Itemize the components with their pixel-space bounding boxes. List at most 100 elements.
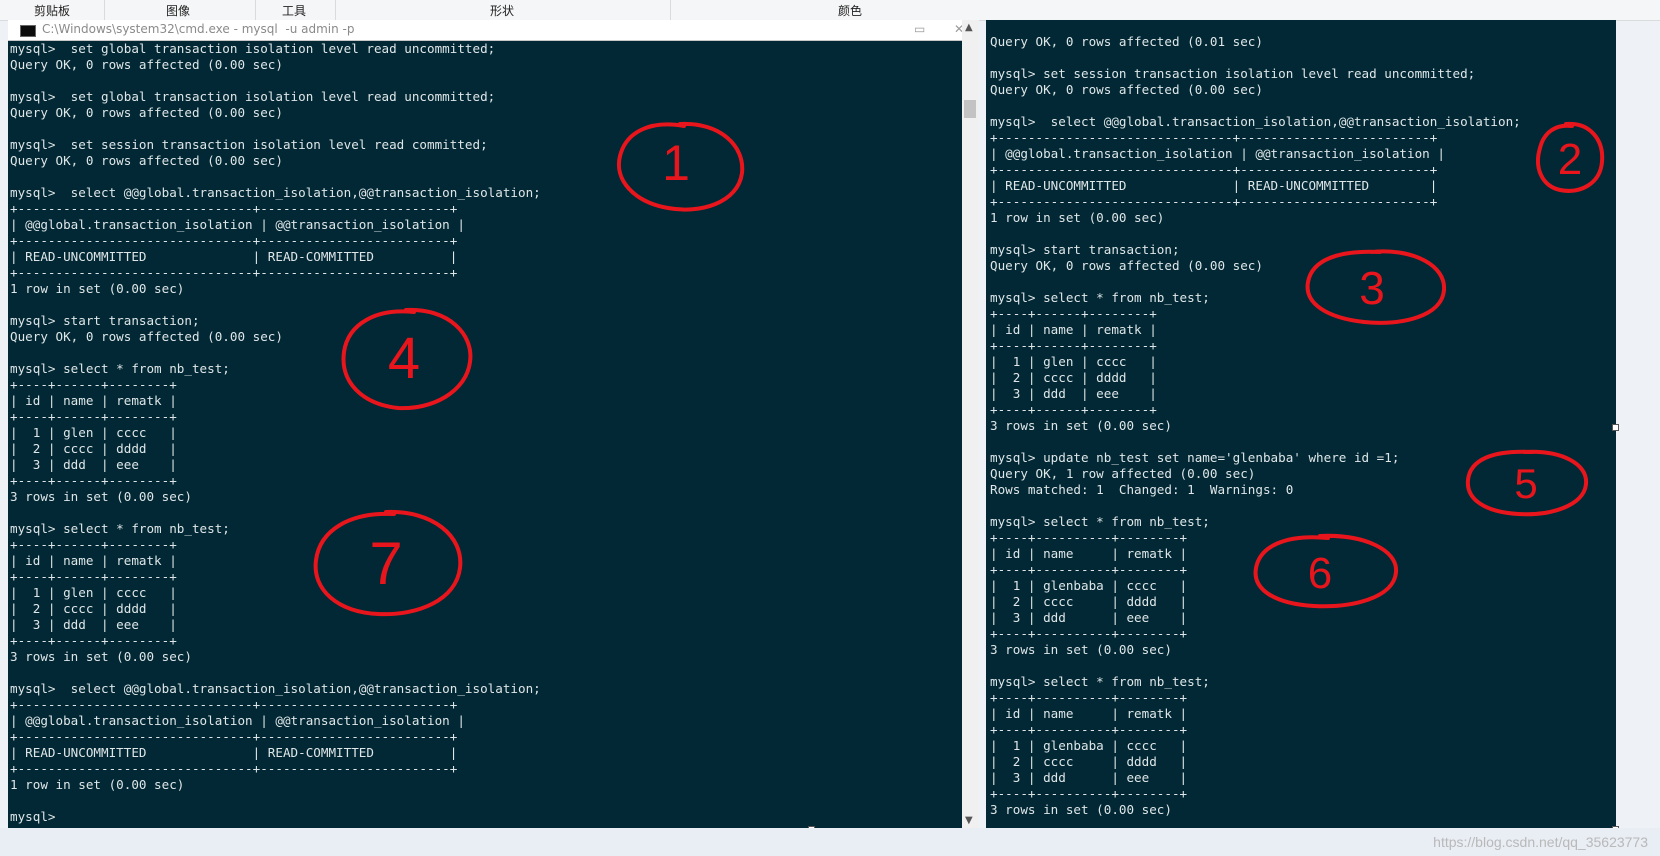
console-line: mysql> start transaction; xyxy=(990,242,1180,257)
ribbon-group-colors[interactable]: 颜色 xyxy=(838,2,862,19)
console-line: Query OK, 0 rows affected (0.00 sec) xyxy=(10,105,283,120)
console-line: +----+------+--------+ xyxy=(990,338,1157,353)
console-line: Query OK, 0 rows affected (0.00 sec) xyxy=(10,57,283,72)
console-line: | 2 | cccc | dddd | xyxy=(990,594,1188,609)
console-line: | 2 | cccc | dddd | xyxy=(10,601,177,616)
console-line: | READ-UNCOMMITTED | READ-COMMITTED | xyxy=(10,745,458,760)
console-line: +----+------+--------+ xyxy=(990,402,1157,417)
console-line: +----+------+--------+ xyxy=(10,473,177,488)
console-line: mysql> set global transaction isolation … xyxy=(10,41,496,56)
console-line: mysql> select * from nb_test; xyxy=(10,361,230,376)
console-line: +----+------+--------+ xyxy=(10,569,177,584)
console-line: | @@global.transaction_isolation | @@tra… xyxy=(10,217,465,232)
console-line: | 2 | cccc | dddd | xyxy=(990,370,1157,385)
console-line: | 1 | glenbaba | cccc | xyxy=(990,578,1188,593)
console-line: +----+----------+--------+ xyxy=(990,690,1188,705)
console-line: mysql> select @@global.transaction_isola… xyxy=(990,114,1521,129)
scroll-down-arrow-icon[interactable]: ▼ xyxy=(965,815,973,826)
console-line: | id | name | rematk | xyxy=(10,393,177,408)
console-line: +----+------+--------+ xyxy=(990,306,1157,321)
watermark: https://blog.csdn.net/qq_35623773 xyxy=(1433,834,1648,850)
ribbon-bar: 剪贴板 图像 工具 形状 颜色 xyxy=(0,0,1660,21)
console-line: | id | name | rematk | xyxy=(990,322,1157,337)
console-line: | id | name | rematk | xyxy=(990,706,1188,721)
cmd-icon xyxy=(20,25,36,37)
console-line: Query OK, 0 rows affected (0.00 sec) xyxy=(10,329,283,344)
console-line: mysql> update nb_test set name='glenbaba… xyxy=(990,450,1400,465)
console-line: +-------------------------------+-------… xyxy=(10,265,458,280)
console-line: | 1 | glenbaba | cccc | xyxy=(990,738,1188,753)
console-line: mysql> select @@global.transaction_isola… xyxy=(10,185,541,200)
console-line: mysql> set global transaction isolation … xyxy=(10,89,496,104)
console-line: | 3 | ddd | eee | xyxy=(990,770,1188,785)
console-line: mysql> set session transaction isolation… xyxy=(10,137,488,152)
console-line: +-------------------------------+-------… xyxy=(10,729,458,744)
console-line: | @@global.transaction_isolation | @@tra… xyxy=(990,146,1445,161)
console-line: mysql> select * from nb_test; xyxy=(990,290,1210,305)
console-line: 3 rows in set (0.00 sec) xyxy=(10,489,192,504)
console-line: +-------------------------------+-------… xyxy=(990,130,1438,145)
console-line: Rows matched: 1 Changed: 1 Warnings: 0 xyxy=(990,482,1294,497)
console-line: Query OK, 0 rows affected (0.01 sec) xyxy=(990,34,1263,49)
console-line: | 2 | cccc | dddd | xyxy=(990,754,1188,769)
console-line: | 2 | cccc | dddd | xyxy=(10,441,177,456)
ribbon-divider xyxy=(335,0,336,20)
console-line: +-------------------------------+-------… xyxy=(10,233,458,248)
restore-button[interactable]: ▭ xyxy=(914,22,925,36)
console-line: +-------------------------------+-------… xyxy=(990,162,1438,177)
console-line: mysql> start transaction; xyxy=(10,313,200,328)
ribbon-divider xyxy=(104,0,105,20)
console-line: +-------------------------------+-------… xyxy=(10,201,458,216)
right-console-output[interactable]: Query OK, 0 rows affected (0.01 sec) mys… xyxy=(990,34,1521,818)
scroll-up-arrow-icon[interactable]: ▲ xyxy=(965,22,973,33)
canvas-bottom-area xyxy=(0,828,1660,856)
console-line: +----+------+--------+ xyxy=(10,377,177,392)
console-line: | READ-UNCOMMITTED | READ-UNCOMMITTED | xyxy=(990,178,1438,193)
ribbon-divider xyxy=(255,0,256,20)
right-console-window[interactable]: Query OK, 0 rows affected (0.01 sec) mys… xyxy=(986,20,1616,828)
left-console-window[interactable]: C:\Windows\system32\cmd.exe - mysql -u a… xyxy=(8,20,970,828)
resize-handle[interactable] xyxy=(1612,424,1619,431)
ribbon-group-shapes[interactable]: 形状 xyxy=(490,2,514,19)
ribbon-group-clipboard[interactable]: 剪贴板 xyxy=(34,2,70,19)
console-line: 3 rows in set (0.00 sec) xyxy=(990,418,1172,433)
scroll-thumb[interactable] xyxy=(964,100,976,118)
console-line: 3 rows in set (0.00 sec) xyxy=(990,802,1172,817)
console-line: 3 rows in set (0.00 sec) xyxy=(10,649,192,664)
left-console-output[interactable]: mysql> set global transaction isolation … xyxy=(10,41,541,825)
ribbon-group-tools[interactable]: 工具 xyxy=(282,2,306,19)
console-line: | id | name | rematk | xyxy=(10,553,177,568)
left-console-titlebar[interactable]: C:\Windows\system32\cmd.exe - mysql -u a… xyxy=(8,20,970,41)
console-line: 1 row in set (0.00 sec) xyxy=(990,210,1165,225)
window-title: C:\Windows\system32\cmd.exe - mysql -u a… xyxy=(42,22,355,36)
console-line: +-------------------------------+-------… xyxy=(990,194,1438,209)
console-line: 1 row in set (0.00 sec) xyxy=(10,281,185,296)
console-line: | READ-UNCOMMITTED | READ-COMMITTED | xyxy=(10,249,458,264)
console-line: | 3 | ddd | eee | xyxy=(10,457,177,472)
console-line: Query OK, 0 rows affected (0.00 sec) xyxy=(10,153,283,168)
console-line: | 3 | ddd | eee | xyxy=(990,386,1157,401)
console-line: 1 row in set (0.00 sec) xyxy=(10,777,185,792)
console-line: +----+------+--------+ xyxy=(10,633,177,648)
left-console-scrollbar[interactable]: ▲ ▼ xyxy=(962,20,979,828)
console-line: mysql> select @@global.transaction_isola… xyxy=(10,681,541,696)
console-line: mysql> xyxy=(10,809,56,824)
console-line: +-------------------------------+-------… xyxy=(10,761,458,776)
console-line: | id | name | rematk | xyxy=(990,546,1188,561)
console-line: +----+----------+--------+ xyxy=(990,562,1188,577)
console-line: +----+------+--------+ xyxy=(10,537,177,552)
console-line: +----+----------+--------+ xyxy=(990,626,1188,641)
console-line: +----+----------+--------+ xyxy=(990,722,1188,737)
console-line: +----+------+--------+ xyxy=(10,409,177,424)
console-line: Query OK, 1 row affected (0.00 sec) xyxy=(990,466,1256,481)
console-line: mysql> select * from nb_test; xyxy=(990,674,1210,689)
console-line: +-------------------------------+-------… xyxy=(10,697,458,712)
console-line: Query OK, 0 rows affected (0.00 sec) xyxy=(990,258,1263,273)
console-line: mysql> select * from nb_test; xyxy=(990,514,1210,529)
console-line: +----+----------+--------+ xyxy=(990,786,1188,801)
console-line: 3 rows in set (0.00 sec) xyxy=(990,642,1172,657)
console-line: | 3 | ddd | eee | xyxy=(10,617,177,632)
ribbon-group-image[interactable]: 图像 xyxy=(166,2,190,19)
console-line: mysql> set session transaction isolation… xyxy=(990,66,1476,81)
console-line: | 1 | glen | cccc | xyxy=(10,585,177,600)
